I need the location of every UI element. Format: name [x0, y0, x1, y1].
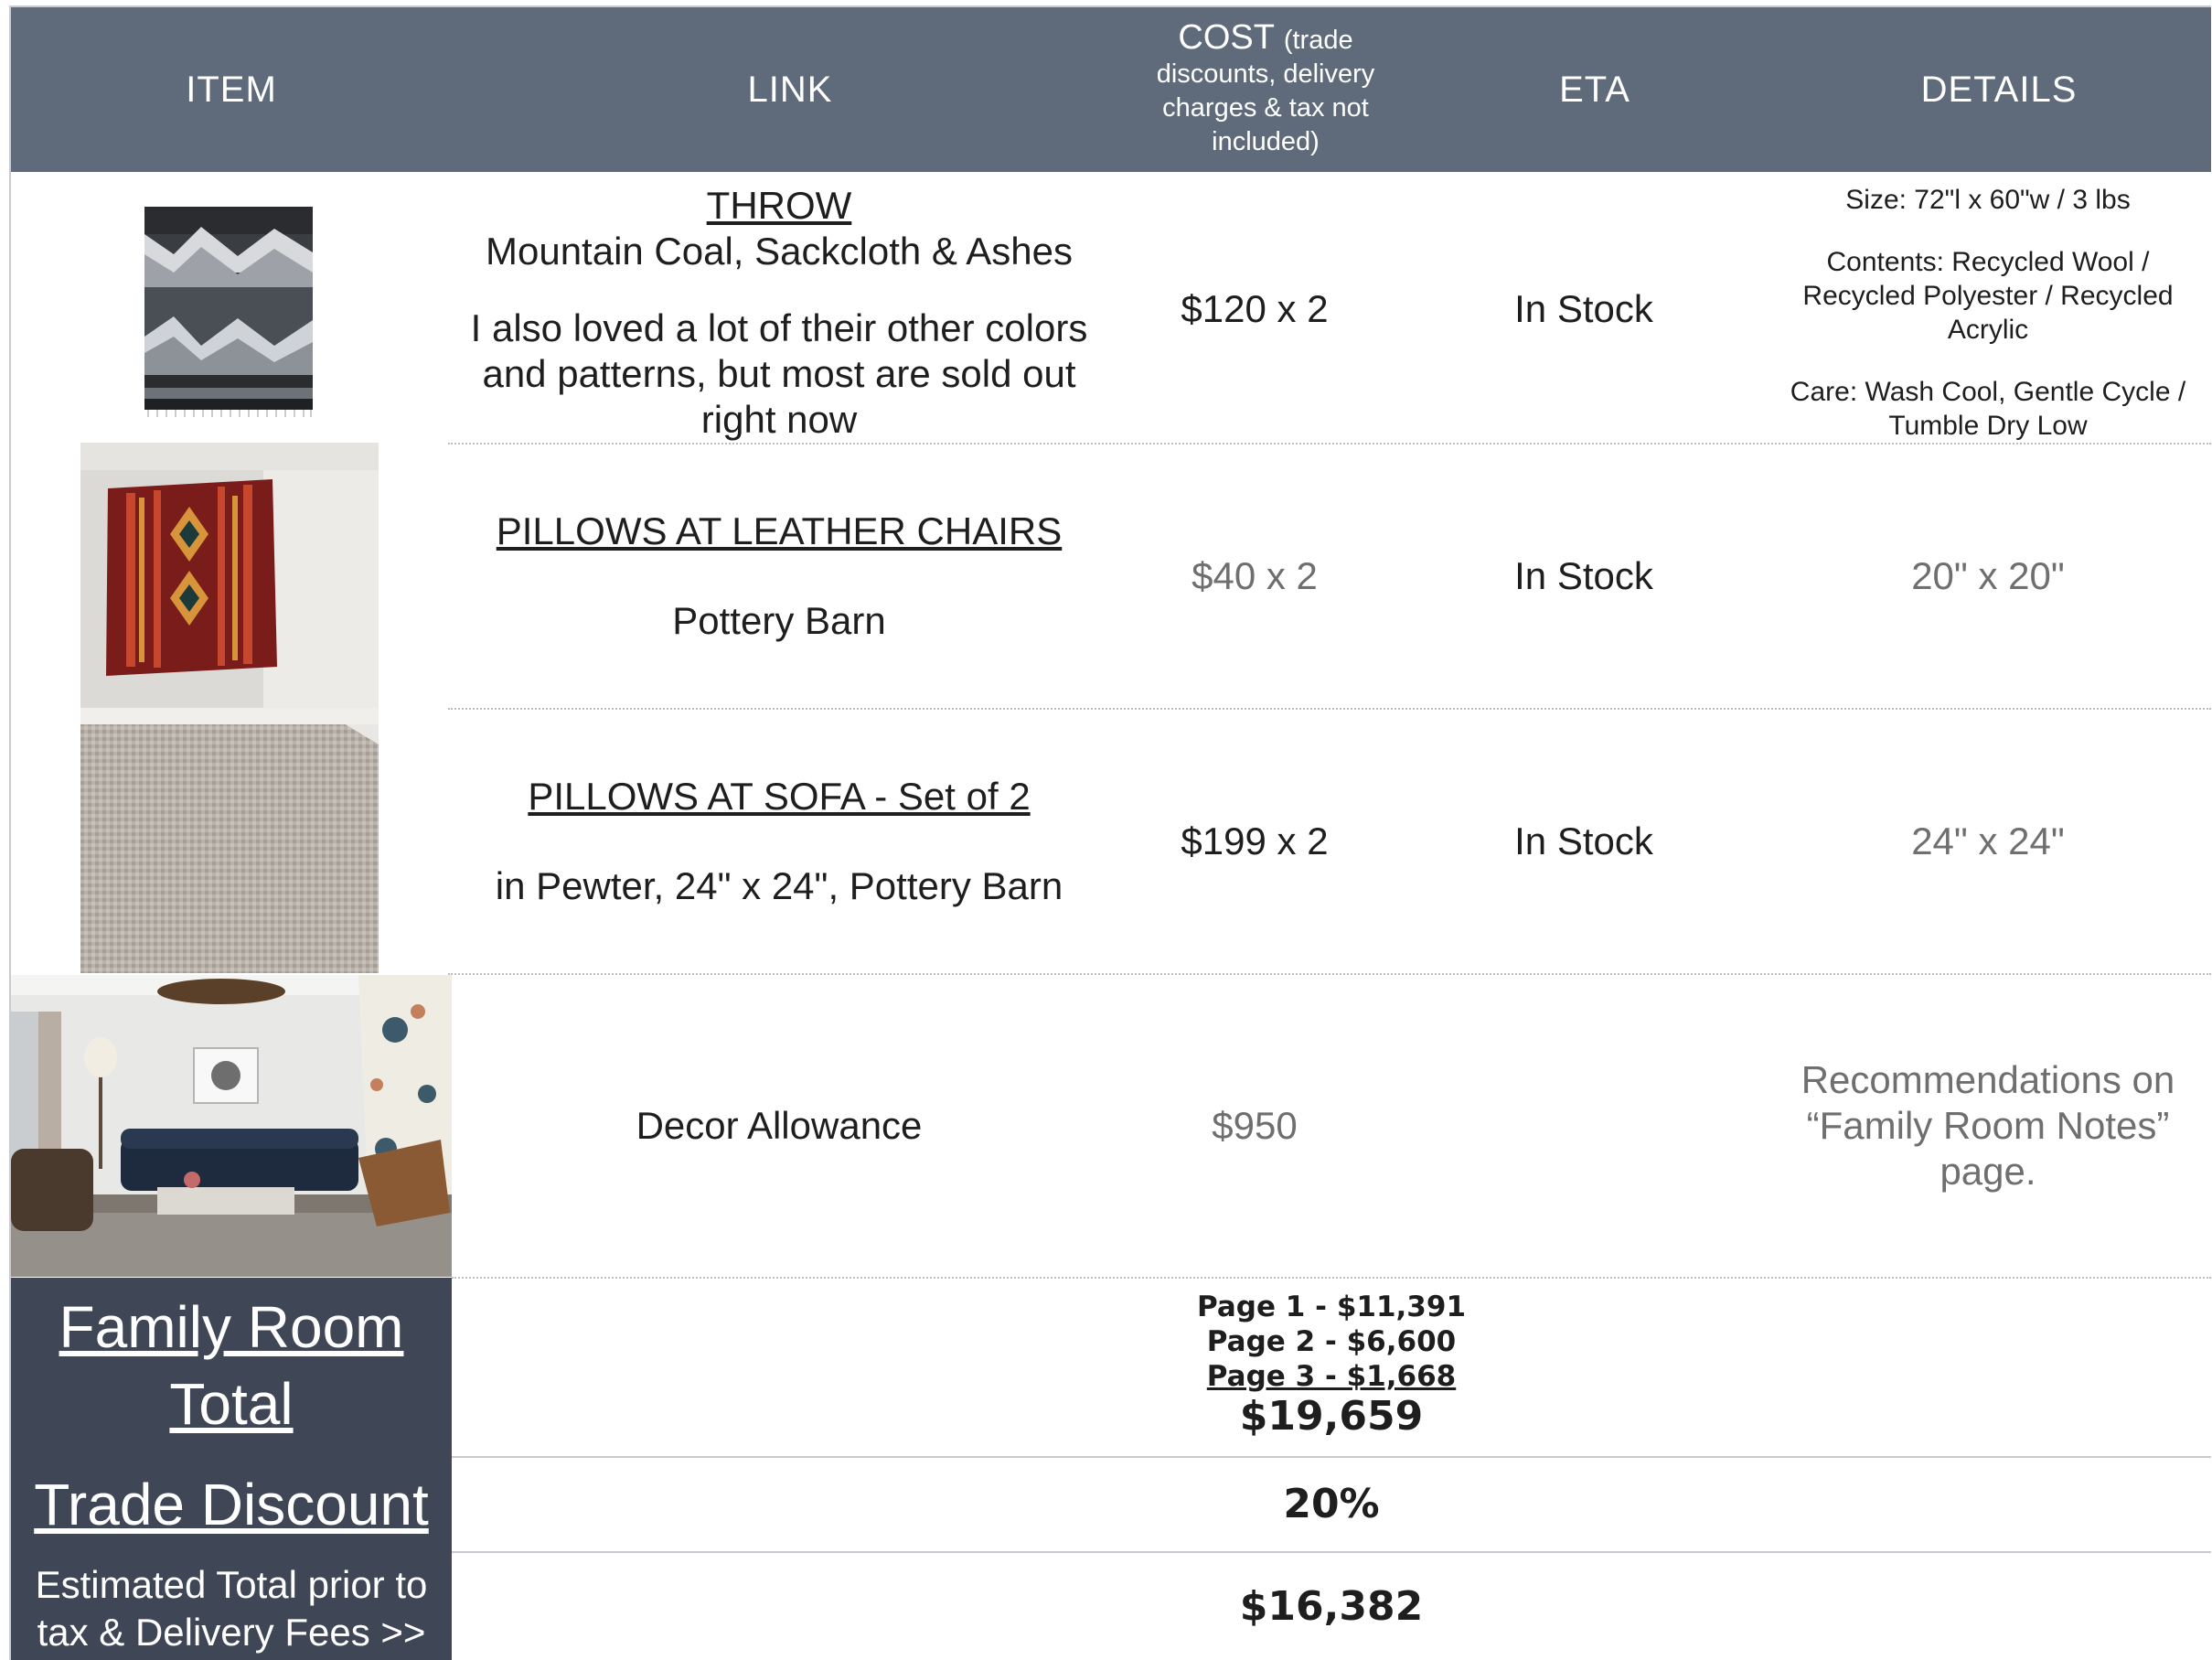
- throw-size: Size: 72"l x 60"w / 3 lbs: [1845, 185, 2131, 215]
- header-cost-line4: included): [1212, 126, 1320, 156]
- header-cost-line2: discounts, delivery: [1156, 59, 1375, 89]
- sofa-pillows-cost: $199 x 2: [1181, 819, 1329, 862]
- estimated-total-label-2: tax & Delivery Fees >>: [37, 1611, 426, 1654]
- throw-link-cell: THROW Mountain Coal, Sackcloth & Ashes I…: [452, 176, 1106, 443]
- throw-contents-1: Contents: Recycled Wool /: [1826, 247, 2150, 277]
- leather-chair-pillows-details: 20" x 20": [1911, 554, 2065, 597]
- header-cost-line3: charges & tax not: [1162, 92, 1369, 123]
- header-details: DETAILS: [1920, 69, 2078, 110]
- sofa-pillows-vendor: in Pewter, 24" x 24", Pottery Barn: [495, 864, 1063, 907]
- leather-chair-pillows-vendor: Pottery Barn: [672, 599, 886, 642]
- table-header: ITEM LINK COST (trade discounts, deliver…: [11, 7, 2211, 172]
- trade-discount-label: Trade Discount: [34, 1472, 429, 1537]
- decor-allowance-cost: $950: [1212, 1104, 1298, 1147]
- sofa-pillow-image: [80, 708, 379, 973]
- throw-contents-3: Acrylic: [1947, 315, 2029, 345]
- sofa-pillows-eta: In Stock: [1514, 819, 1653, 862]
- header-cost-main: COST: [1178, 17, 1275, 57]
- row-divider: [452, 1277, 2211, 1279]
- decor-allowance-label: Decor Allowance: [636, 1104, 923, 1147]
- leather-chair-pillow-image: [80, 443, 379, 708]
- page-2-total: Page 2 - $6,600: [1206, 1325, 1457, 1358]
- throw-details: Size: 72"l x 60"w / 3 lbs Contents: Recy…: [1776, 176, 2200, 443]
- page-3-total: Page 3 - $1,668: [1206, 1360, 1457, 1393]
- family-room-total: $19,659: [1239, 1393, 1424, 1440]
- estimated-total-label: Estimated Total prior to tax & Delivery …: [11, 1561, 452, 1656]
- leather-chair-pillows-eta: In Stock: [1514, 554, 1653, 597]
- throw-cost: $120 x 2: [1181, 287, 1329, 330]
- header-cost: COST (trade discounts, delivery charges …: [1128, 7, 1403, 172]
- decor-details-line-2: “Family Room Notes”: [1806, 1104, 2170, 1147]
- throw-link[interactable]: THROW: [707, 183, 852, 229]
- leather-chair-pillows-link[interactable]: PILLOWS AT LEATHER CHAIRS: [497, 509, 1063, 553]
- throw-eta: In Stock: [1514, 287, 1653, 330]
- sofa-pillows-link-cell: PILLOWS AT SOFA - Set of 2 in Pewter, 24…: [452, 710, 1106, 973]
- family-room-total-label-1: Family Room: [59, 1294, 404, 1360]
- totals-label-panel: Family Room Total Trade Discount Estimat…: [11, 1278, 452, 1660]
- throw-contents-2: Recycled Polyester / Recycled: [1802, 281, 2174, 311]
- decor-details-line-3: page.: [1940, 1150, 2036, 1193]
- page-1-total: Page 1 - $11,391: [1196, 1291, 1467, 1323]
- throw-note-1: I also loved a lot of their other colors: [470, 306, 1088, 349]
- throw-care-1: Care: Wash Cool, Gentle Cycle /: [1790, 377, 2186, 407]
- family-room-total-label-2: Total: [169, 1371, 294, 1437]
- estimated-total-value: $16,382: [1239, 1583, 1424, 1630]
- family-room-photo: [11, 975, 452, 1277]
- decor-allowance-details: Recommendations on “Family Room Notes” p…: [1776, 975, 2200, 1277]
- throw-colorway: Mountain Coal, Sackcloth & Ashes: [485, 230, 1074, 273]
- header-cost-paren: (trade: [1283, 25, 1353, 55]
- header-item: ITEM: [186, 69, 277, 110]
- throw-note-2: and patterns, but most are sold out: [482, 352, 1076, 395]
- sofa-pillows-link[interactable]: PILLOWS AT SOFA - Set of 2: [528, 775, 1030, 819]
- decor-details-line-1: Recommendations on: [1801, 1058, 2175, 1101]
- header-link: LINK: [747, 69, 833, 110]
- throw-note-3: right now: [700, 398, 858, 441]
- throw-image: [144, 207, 313, 417]
- header-eta: ETA: [1559, 69, 1630, 110]
- trade-discount-value: 20%: [1283, 1480, 1380, 1527]
- leather-chair-pillows-cost: $40 x 2: [1191, 554, 1318, 597]
- throw-care-2: Tumble Dry Low: [1888, 411, 2088, 441]
- sofa-pillows-details: 24" x 24": [1911, 819, 2065, 862]
- page-totals: Page 1 - $11,391 Page 2 - $6,600 Page 3 …: [452, 1290, 2211, 1454]
- estimated-total-label-1: Estimated Total prior to: [35, 1563, 428, 1606]
- leather-chair-pillows-link-cell: PILLOWS AT LEATHER CHAIRS Pottery Barn: [452, 444, 1106, 708]
